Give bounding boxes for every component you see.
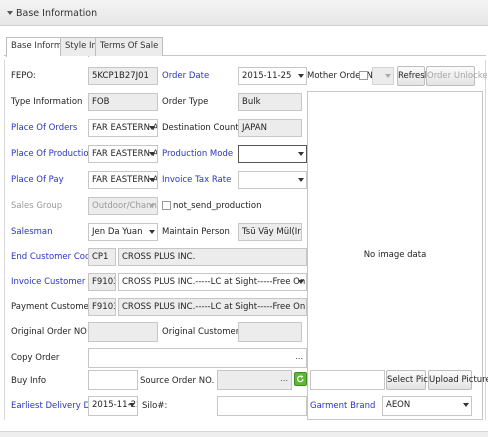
salesman-select[interactable]: Jen Da Yuan (88, 223, 158, 241)
garment-brand-value: AEON (386, 400, 411, 410)
type-information-field[interactable]: FOB (88, 93, 158, 111)
mother-order-label: Mother Order NO. (307, 71, 382, 81)
order-date-value: 2015-11-25 (242, 71, 292, 81)
panel-header: Base Information (0, 0, 488, 26)
tab-strip: Base Information Style Info Terms Of Sal… (4, 36, 486, 57)
end-customer-code-label[interactable]: End Customer Code (11, 250, 96, 264)
copy-order-label: Copy Order (11, 353, 60, 363)
invoice-tax-rate-label[interactable]: Invoice Tax Rate (162, 173, 231, 187)
garment-brand-select[interactable]: AEON (382, 396, 472, 416)
invoice-customer-code-field[interactable]: F91030 (88, 273, 116, 291)
chevron-down-icon (298, 74, 304, 78)
production-mode-select[interactable] (238, 145, 307, 163)
place-of-production-select[interactable]: FAR EASTERN APPAR... (88, 145, 158, 163)
silo-label: Silo#: (142, 401, 168, 411)
payment-customer-code-field[interactable]: F91030 (88, 298, 116, 316)
production-mode-label[interactable]: Production Mode (162, 147, 233, 161)
fepo-label: FEPO: (11, 71, 36, 81)
place-of-pay-label[interactable]: Place Of Pay (11, 173, 64, 187)
chevron-down-icon (149, 204, 155, 208)
place-of-orders-select[interactable]: FAR EASTERN APPAR... (88, 119, 158, 137)
chevron-down-icon (298, 152, 304, 156)
ellipsis-button[interactable]: ... (280, 371, 288, 387)
no-image-label: No image data (363, 250, 427, 260)
upload-picture-button[interactable]: Upload Picture (428, 370, 488, 390)
ellipsis-button[interactable]: ... (295, 349, 303, 365)
chevron-down-icon (463, 403, 469, 407)
order-type-field[interactable]: Bulk (238, 93, 302, 111)
sales-group-select[interactable]: Outdoor/Channel Br... (88, 197, 158, 215)
chevron-down-icon (149, 126, 155, 130)
order-date-label[interactable]: Order Date (162, 69, 209, 83)
mother-order-select[interactable] (372, 67, 394, 85)
chevron-down-icon (129, 403, 135, 407)
panel-footer (0, 431, 488, 437)
buy-info-label: Buy Info (11, 376, 47, 386)
maintain-person-label: Maintain Person (162, 227, 230, 237)
not-send-production-checkbox[interactable] (162, 201, 171, 210)
destination-country-label: Destination Country (162, 123, 248, 133)
picture-path-field[interactable] (310, 370, 385, 390)
end-customer-name-field[interactable]: CROSS PLUS INC. (118, 248, 307, 266)
select-picture-button[interactable]: Select Picture (386, 370, 445, 390)
place-of-production-label[interactable]: Place Of Production (11, 147, 94, 161)
silo-field[interactable] (217, 396, 307, 416)
collapse-arrow-icon[interactable] (6, 9, 14, 17)
refresh-icon[interactable] (294, 372, 307, 386)
invoice-customer-select[interactable]: CROSS PLUS INC.-----LC at Sight-----Free… (118, 273, 307, 291)
original-customer-style-field[interactable] (238, 322, 302, 342)
original-order-no-field[interactable] (88, 322, 158, 342)
invoice-customer-value: CROSS PLUS INC.-----LC at Sight-----Free… (122, 277, 306, 287)
panel-title: Base Information (16, 8, 98, 19)
order-date-select[interactable]: 2015-11-25 (238, 67, 307, 85)
chevron-down-icon (298, 178, 304, 182)
chevron-down-icon (385, 74, 391, 78)
not-send-production-label: not_send_production (173, 201, 262, 211)
destination-country-field[interactable]: JAPAN (238, 119, 302, 137)
chevron-down-icon (298, 280, 304, 284)
type-information-label: Type Information (11, 97, 83, 107)
mother-order-checkbox[interactable] (359, 71, 368, 80)
place-of-pay-select[interactable]: FAR EASTERN APPAR... (88, 171, 158, 189)
base-information-form: FEPO: 5KCP1B27J01 Order Date 2015-11-25 … (4, 60, 488, 420)
chevron-down-icon (149, 152, 155, 156)
original-order-no-label: Original Order NO (11, 327, 87, 337)
source-order-no-label: Source Order NO. (140, 376, 215, 386)
fepo-field[interactable]: 5KCP1B27J01 (88, 67, 158, 85)
salesman-value: Jen Da Yuan (92, 227, 143, 237)
copy-order-field[interactable]: ... (88, 348, 307, 368)
order-type-label: Order Type (162, 97, 209, 107)
chevron-down-icon (149, 230, 155, 234)
maintain-person-field[interactable]: Tsü Vãy Mül(Irene To) (238, 223, 302, 241)
source-order-no-field[interactable]: ... (217, 370, 292, 390)
order-unlocked-button[interactable]: Order Unlocked (426, 66, 488, 86)
earliest-delivery-date-select[interactable]: 2015-11-25 (88, 396, 138, 416)
chevron-down-icon (149, 178, 155, 182)
garment-brand-label[interactable]: Garment Brand (310, 399, 375, 413)
salesman-label[interactable]: Salesman (11, 225, 53, 239)
refresh-button[interactable]: Refresh (397, 66, 430, 86)
invoice-tax-rate-select[interactable] (238, 171, 307, 189)
place-of-orders-label[interactable]: Place Of Orders (11, 121, 77, 135)
tab-terms-of-sale[interactable]: Terms Of Sale (95, 37, 164, 56)
end-customer-code-field[interactable]: CP1 (88, 248, 116, 266)
sales-group-label: Sales Group (11, 201, 63, 211)
payment-customer-name-field[interactable]: CROSS PLUS INC.-----LC at Sight-----Free… (118, 298, 307, 316)
buy-info-field[interactable] (88, 370, 138, 390)
